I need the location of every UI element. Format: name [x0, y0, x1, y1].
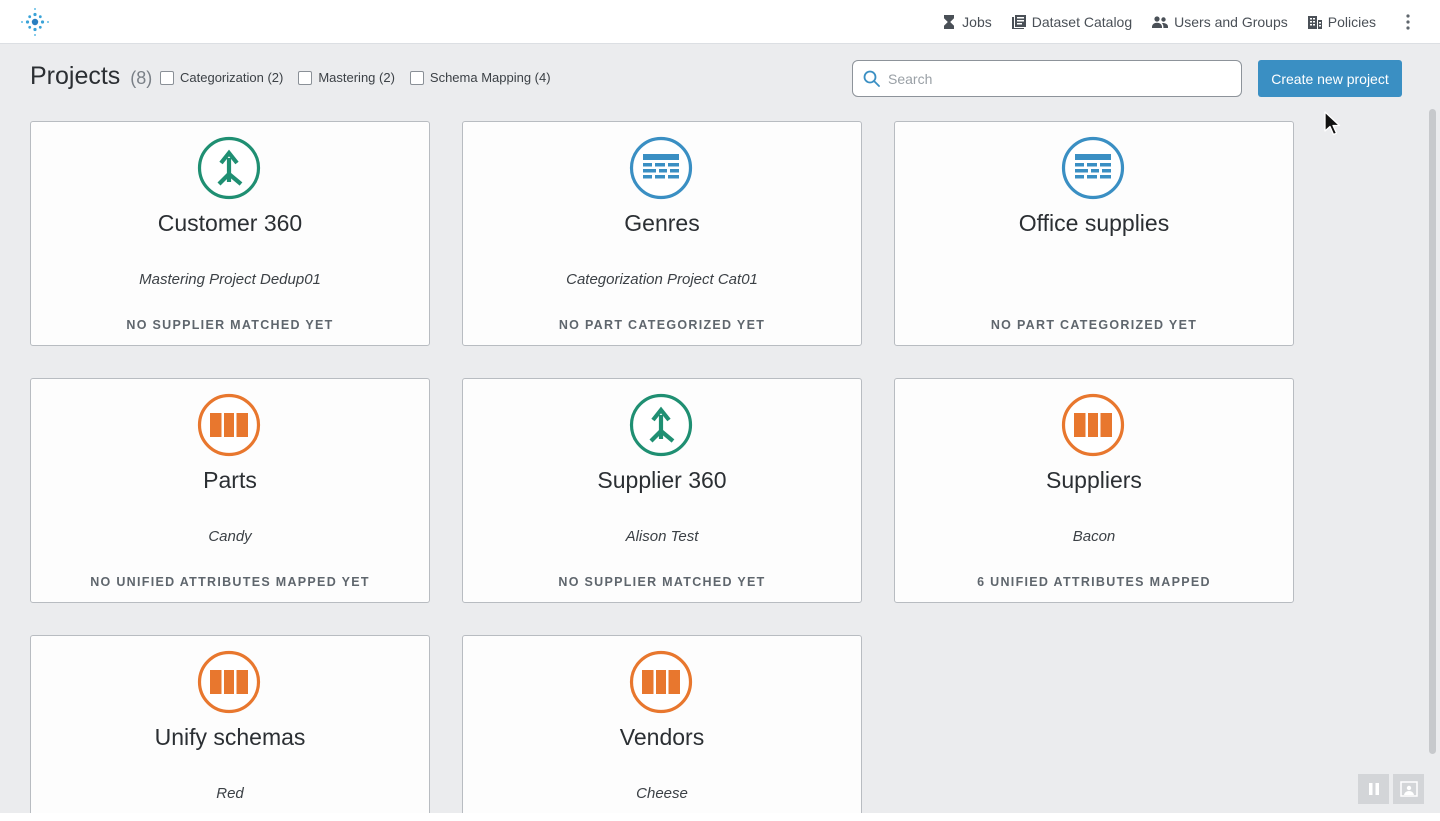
categorization-icon [629, 136, 693, 200]
project-status: NO SUPPLIER MATCHED YET [558, 575, 766, 589]
search-box[interactable] [852, 60, 1242, 97]
project-title: Genres [624, 210, 700, 236]
filter-categorization-checkbox[interactable] [160, 70, 174, 85]
project-card[interactable]: Parts Candy NO UNIFIED ATTRIBUTES MAPPED Y… [30, 378, 430, 603]
picture-in-picture-button[interactable] [1393, 774, 1424, 804]
project-status: NO PART CATEGORIZED YET [990, 318, 1198, 332]
filter-schema-mapping-label: Schema Mapping (4) [429, 70, 551, 85]
building-icon [1307, 16, 1322, 29]
page-title-text: Projects [30, 62, 121, 90]
project-description: Candy [208, 528, 252, 545]
pause-button[interactable] [1358, 774, 1389, 804]
nav-users-and-groups[interactable]: Users and Groups [1152, 14, 1288, 30]
filter-mastering[interactable]: Mastering (2) [298, 70, 395, 85]
nav-jobs[interactable]: Jobs [942, 14, 992, 30]
project-status: NO SUPPLIER MATCHED YET [126, 318, 334, 332]
project-description: Bacon [1072, 528, 1116, 545]
project-count: (8) [130, 68, 153, 88]
nav-dataset-catalog-label: Dataset Catalog [1031, 14, 1133, 30]
filter-schema-mapping[interactable]: Schema Mapping (4) [409, 70, 551, 85]
project-title: Office supplies [1018, 210, 1170, 236]
nav-jobs-label: Jobs [962, 14, 992, 30]
search-input[interactable] [888, 70, 1228, 87]
project-card[interactable]: Office supplies NO PART CATEGORIZED YET [894, 121, 1294, 346]
project-description: Mastering Project Dedup01 [139, 271, 321, 288]
project-grid: Customer 360 Mastering Project Dedup01 NO … [30, 121, 1296, 813]
nav-dataset-catalog[interactable]: Dataset Catalog [1011, 14, 1133, 30]
bottom-edge [0, 813, 1440, 821]
picture-in-picture-icon [1399, 781, 1418, 797]
project-status: NO PART CATEGORIZED YET [558, 318, 766, 332]
pause-icon [1368, 783, 1379, 795]
project-description: Alison Test [625, 528, 699, 545]
mouse-cursor-icon [1324, 111, 1341, 136]
page-title: Projects (8) [30, 62, 152, 91]
main-nav: Jobs Dataset Catalog Users and Groups Po… [942, 0, 1440, 44]
project-status: NO UNIFIED ATTRIBUTES MAPPED YET [90, 575, 370, 589]
project-description: Categorization Project Cat01 [566, 271, 758, 288]
mastering-icon [197, 136, 261, 200]
project-card[interactable]: Suppliers Bacon 6 UNIFIED ATTRIBUTES MAPPE… [894, 378, 1294, 603]
project-card[interactable]: Supplier 360 Alison Test NO SUPPLIER MATCH… [462, 378, 862, 603]
project-card[interactable]: Unify schemas Red [30, 635, 430, 813]
users-icon [1152, 16, 1169, 28]
project-title: Customer 360 [157, 210, 303, 236]
project-card[interactable]: Genres Categorization Project Cat01 NO PAR… [462, 121, 862, 346]
project-card[interactable]: Vendors Cheese [462, 635, 862, 813]
more-menu-icon[interactable] [1396, 10, 1420, 34]
nav-policies-label: Policies [1327, 14, 1376, 30]
project-status: 6 UNIFIED ATTRIBUTES MAPPED [977, 575, 1211, 589]
schema-mapping-icon [197, 650, 261, 714]
project-title: Supplier 360 [597, 467, 727, 493]
filter-categorization-label: Categorization (2) [180, 70, 284, 85]
logo-icon[interactable] [19, 6, 51, 38]
top-navigation-bar: Jobs Dataset Catalog Users and Groups Po… [0, 0, 1440, 44]
hourglass-icon [944, 15, 955, 29]
create-new-project-button[interactable]: Create new project [1258, 60, 1402, 97]
scrollbar[interactable] [1426, 105, 1438, 813]
project-description: Cheese [636, 785, 688, 802]
scrollbar-thumb[interactable] [1429, 109, 1436, 754]
filter-categorization[interactable]: Categorization (2) [160, 70, 283, 85]
categorization-icon [1061, 136, 1125, 200]
catalog-icon [1011, 15, 1026, 29]
project-card[interactable]: Customer 360 Mastering Project Dedup01 NO … [30, 121, 430, 346]
mastering-icon [629, 393, 693, 457]
nav-policies[interactable]: Policies [1307, 14, 1376, 30]
search-icon [863, 70, 880, 87]
project-title: Suppliers [1046, 467, 1142, 493]
project-description: Red [216, 785, 244, 802]
filter-mastering-label: Mastering (2) [318, 70, 395, 85]
project-title: Unify schemas [154, 724, 306, 750]
filter-mastering-checkbox[interactable] [298, 70, 313, 85]
schema-mapping-icon [197, 393, 261, 457]
nav-users-and-groups-label: Users and Groups [1174, 14, 1288, 30]
project-type-filters: Categorization (2) Mastering (2) Schema … [160, 70, 566, 85]
project-title: Vendors [619, 724, 705, 750]
schema-mapping-icon [629, 650, 693, 714]
filter-schema-mapping-checkbox[interactable] [409, 70, 424, 85]
schema-mapping-icon [1061, 393, 1125, 457]
project-title: Parts [203, 467, 257, 493]
